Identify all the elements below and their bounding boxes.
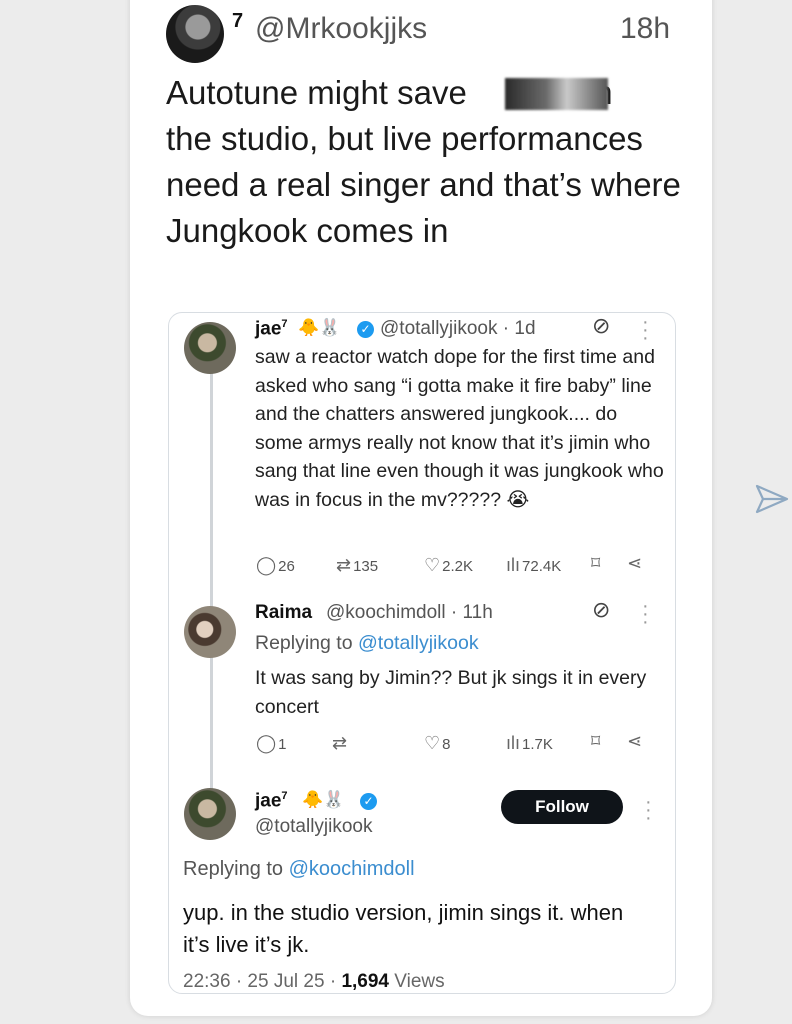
tweet-text: It was sang by Jimin?? But jk sings it i… (255, 667, 647, 718)
views-icon: ılı (506, 733, 521, 753)
superscript-badge: 7 (232, 10, 244, 32)
thread-connector (210, 372, 213, 790)
share-icon: ⋖ (627, 731, 643, 751)
views-count: 1,694 (341, 971, 389, 992)
avatar[interactable] (166, 5, 224, 63)
avatar[interactable] (184, 322, 236, 374)
avatar[interactable] (184, 606, 236, 658)
views-label: Views (394, 971, 445, 992)
tweet-text-line1a: Autotune might save (166, 74, 467, 111)
bookmark-icon: ⌑ (591, 731, 601, 751)
retweet-button[interactable]: ⇄ (332, 733, 349, 754)
reply-button[interactable]: ◯ 1 (256, 733, 287, 754)
send-icon[interactable] (755, 484, 789, 514)
author-handle[interactable]: @Mrkookjjks (255, 12, 427, 46)
author-name[interactable]: jae7 (255, 790, 288, 812)
heart-icon: ♡ (424, 555, 441, 575)
retweet-button[interactable]: ⇄ 135 (336, 555, 378, 576)
timestamp[interactable]: 22:36 · 25 Jul 25 · (183, 971, 336, 992)
retweet-icon: ⇄ (332, 733, 348, 753)
bookmark-icon: ⌑ (591, 553, 601, 573)
replying-to: Replying to @koochimdoll (183, 858, 415, 880)
muted-icon[interactable]: ⊘ (592, 313, 610, 339)
heart-icon: ♡ (424, 733, 441, 753)
reply-icon: ◯ (256, 733, 277, 753)
views-button[interactable]: ılı 1.7K (506, 733, 553, 754)
tweet-meta: 22:36 · 25 Jul 25 · 1,694 Views (183, 971, 445, 993)
tweet-text-rest: the studio, but live performances need a… (166, 120, 681, 249)
muted-icon[interactable]: ⊘ (592, 597, 610, 623)
reply-icon: ◯ (256, 555, 277, 575)
share-icon: ⋖ (627, 553, 643, 573)
tweet-text: yup. in the studio version, jimin sings … (183, 900, 624, 957)
views-button[interactable]: ılı 72.4K (506, 555, 561, 576)
author-name[interactable]: jae7 (255, 318, 288, 340)
timestamp[interactable]: 18h (620, 12, 670, 46)
replying-to: Replying to @totallyjikook (255, 632, 479, 654)
views-icon: ılı (506, 555, 521, 575)
redaction-mark (505, 78, 608, 110)
bookmark-button[interactable]: ⌑ (591, 731, 602, 752)
name-emojis: 🐥🐰 (302, 790, 345, 809)
verified-icon: ✓ (357, 321, 374, 338)
like-button[interactable]: ♡ 8 (424, 733, 450, 754)
retweet-icon: ⇄ (336, 555, 352, 575)
share-button[interactable]: ⋖ (627, 553, 644, 574)
verified-icon: ✓ (360, 793, 377, 810)
tweet-text: saw a reactor watch dope for the first t… (255, 346, 664, 511)
tweet-text: Autotune might savein the studio, but li… (166, 70, 686, 254)
author-handle[interactable]: @totallyjikook · 1d (380, 318, 536, 340)
replying-to-link[interactable]: @totallyjikook (358, 632, 479, 654)
author-name[interactable]: Raima (255, 602, 312, 624)
avatar[interactable] (184, 788, 236, 840)
more-icon[interactable]: · · · (645, 792, 652, 828)
share-button[interactable]: ⋖ (627, 731, 644, 752)
bookmark-button[interactable]: ⌑ (591, 553, 602, 574)
author-handle[interactable]: @totallyjikook (255, 816, 373, 838)
name-emojis: 🐥🐰 (298, 318, 341, 337)
replying-to-link[interactable]: @koochimdoll (289, 858, 415, 880)
like-button[interactable]: ♡ 2.2K (424, 555, 473, 576)
follow-button[interactable]: Follow (501, 790, 623, 824)
author-handle[interactable]: @koochimdoll · 11h (326, 602, 493, 624)
more-icon[interactable]: · · · (642, 596, 649, 632)
more-icon[interactable]: · · · (642, 312, 649, 348)
reply-button[interactable]: ◯ 26 (256, 555, 295, 576)
